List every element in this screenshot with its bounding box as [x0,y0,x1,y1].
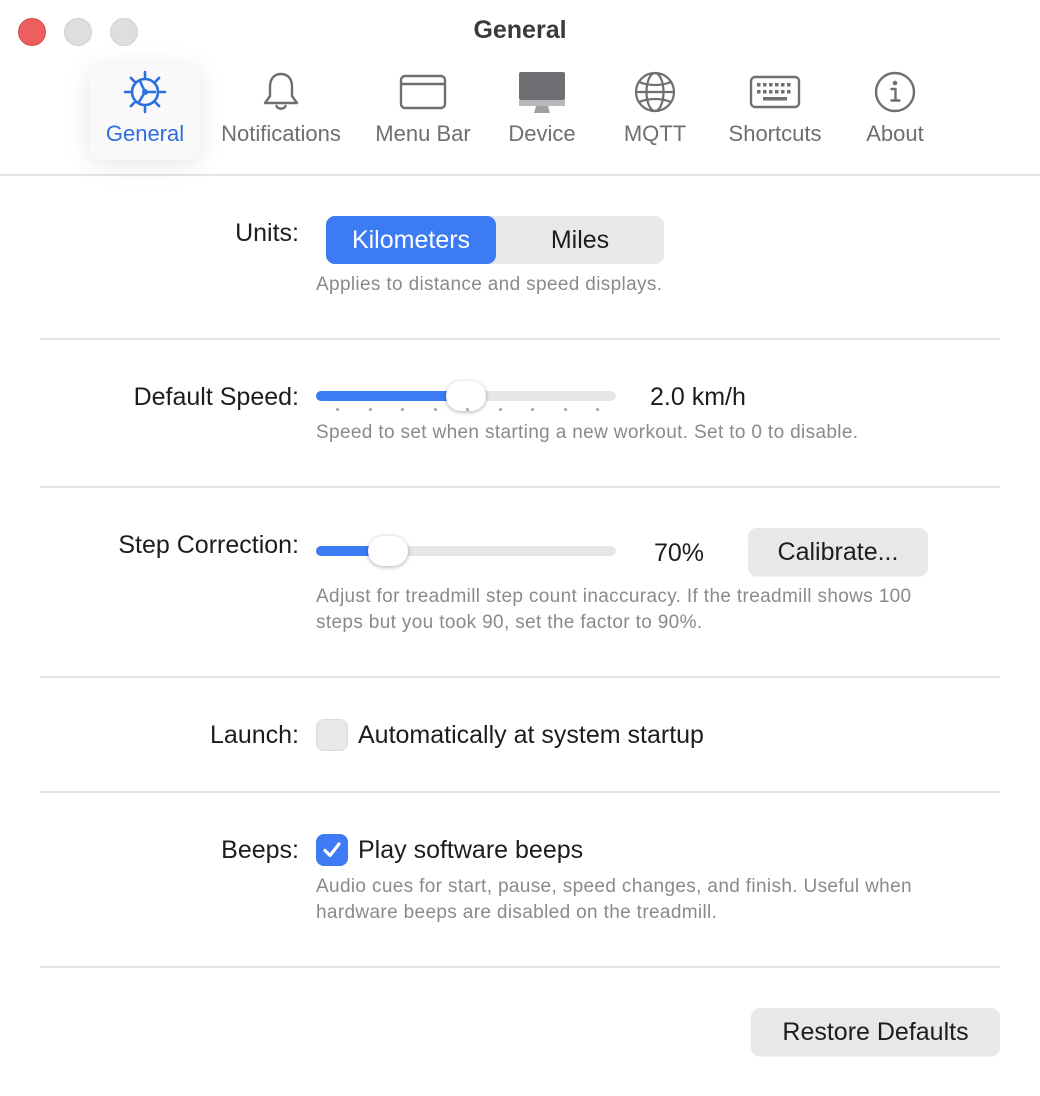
tab-device[interactable]: Device [494,64,590,160]
checkmark-icon [323,842,341,858]
slider-tick-mark [433,408,437,411]
gear-icon [117,64,173,120]
step-correction-label: Step Correction: [118,531,299,559]
globe-icon [627,64,683,120]
play-beeps-checkbox[interactable] [316,834,348,866]
help-line: hardware beeps are disabled on the tread… [316,902,718,923]
bell-icon [253,64,309,120]
menu-bar-icon [395,64,451,120]
tab-label: About [866,121,924,146]
default-speed-value: 2.0 km/h [650,383,746,411]
slider-tick-mark [498,408,502,411]
tab-notifications[interactable]: Notifications [210,64,352,160]
tab-label: General [105,121,185,146]
tab-general[interactable]: General [90,64,200,160]
units-help-text: Applies to distance and speed displays. [316,274,663,295]
keyboard-icon [747,64,803,120]
default-speed-slider-fill [316,391,466,401]
step-correction-help-text: Adjust for treadmill step count inaccura… [316,584,911,636]
slider-tick-mark [401,408,404,411]
play-beeps-checkbox-label[interactable]: Play software beeps [358,836,583,865]
monitor-icon [514,64,570,120]
tab-shortcuts[interactable]: Shortcuts [716,64,834,160]
divider [40,338,1000,340]
default-speed-slider-knob[interactable] [446,381,486,411]
units-label: Units: [235,219,299,247]
info-icon [867,64,923,120]
launch-label: Launch: [210,721,299,749]
tab-label: Menu Bar [375,121,471,146]
beeps-help-text: Audio cues for start, pause, speed chang… [316,874,912,926]
tab-label: Shortcuts [728,121,822,146]
launch-at-startup-checkbox[interactable] [316,719,348,751]
tab-label: MQTT [623,121,687,146]
step-correction-value: 70% [654,539,705,567]
calibrate-button[interactable]: Calibrate... [748,528,928,576]
launch-at-startup-checkbox-label[interactable]: Automatically at system startup [358,721,704,750]
help-line: Adjust for treadmill step count inaccura… [316,586,912,607]
restore-defaults-button[interactable]: Restore Defaults [751,1008,1000,1056]
units-kilometers-option[interactable]: Kilometers [326,216,496,264]
tab-about[interactable]: About [850,64,940,160]
tab-label: Device [508,121,576,146]
slider-tick-mark [368,408,372,411]
divider [40,486,1000,488]
tab-label: Notifications [221,121,341,146]
beeps-label: Beeps: [221,836,299,864]
divider [40,791,1000,793]
help-line: Audio cues for start, pause, speed chang… [316,876,912,897]
slider-tick-mark [596,408,599,411]
default-speed-label: Default Speed: [133,383,299,411]
units-miles-option[interactable]: Miles [496,216,664,264]
default-speed-help-text: Speed to set when starting a new workout… [316,422,859,443]
title-bar: General General Notifications Menu Bar D… [0,0,1040,176]
tab-menu-bar[interactable]: Menu Bar [364,64,482,160]
divider [40,676,1000,678]
help-line: steps but you took 90, set the factor to… [316,612,703,633]
slider-tick-mark [466,408,469,411]
window-title: General [473,16,567,44]
units-segmented-control: Kilometers Miles [326,216,664,264]
slider-tick-mark [531,408,534,411]
step-correction-slider[interactable] [316,546,616,556]
slider-tick-mark [336,408,339,411]
divider [40,966,1000,968]
slider-tick-mark [563,408,567,411]
tab-mqtt[interactable]: MQTT [610,64,700,160]
step-correction-slider-knob[interactable] [368,536,408,566]
